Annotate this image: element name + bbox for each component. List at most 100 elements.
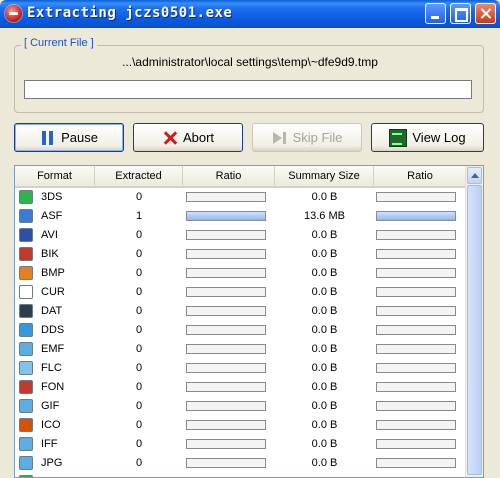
ratio-bar-2: [376, 420, 456, 430]
close-button[interactable]: [475, 3, 496, 24]
format-cell: ASF: [19, 209, 62, 223]
scroll-thumb[interactable]: [467, 185, 482, 475]
file-type-icon: [19, 437, 33, 451]
summary-size: 0.0 B: [311, 381, 338, 393]
summary-size: 0.0 B: [311, 457, 338, 469]
file-type-icon: [19, 380, 33, 394]
format-cell: AVI: [19, 228, 58, 242]
maximize-button[interactable]: [450, 3, 471, 24]
ratio-bar-2: [376, 268, 456, 278]
file-type-icon: [19, 228, 33, 242]
table-row[interactable]: IFF 0 0.0 B: [15, 435, 467, 454]
abort-icon: [162, 130, 178, 146]
extracted-count: 0: [135, 248, 143, 260]
format-label: 3DS: [41, 191, 63, 203]
extracted-count: 0: [135, 381, 143, 393]
table-row[interactable]: AVI 0 0.0 B: [15, 226, 467, 245]
ratio-bar-2: [376, 211, 456, 221]
pause-icon: [40, 130, 56, 146]
file-type-icon: [19, 323, 33, 337]
abort-button[interactable]: Abort: [133, 123, 243, 152]
extracted-count: 0: [135, 457, 143, 469]
table-row[interactable]: EMF 0 0.0 B: [15, 340, 467, 359]
ratio-bar-2: [376, 401, 456, 411]
format-cell: ICO: [19, 418, 61, 432]
format-cell: CUR: [19, 285, 65, 299]
summary-size: 0.0 B: [311, 229, 338, 241]
view-log-button[interactable]: View Log: [371, 123, 484, 152]
scroll-up-button[interactable]: [467, 167, 482, 184]
file-type-icon: [19, 247, 33, 261]
table-row[interactable]: BMP 0 0.0 B: [15, 264, 467, 283]
ratio-bar: [186, 363, 266, 373]
table-row[interactable]: JPG 0 0.0 B: [15, 454, 467, 473]
ratio-bar-2: [376, 458, 456, 468]
col-ratio[interactable]: Ratio: [183, 166, 275, 186]
summary-size: 0.0 B: [311, 324, 338, 336]
skip-file-button[interactable]: Skip File: [252, 123, 362, 152]
extracted-count: 0: [135, 229, 143, 241]
summary-size: 0.0 B: [311, 400, 338, 412]
table-row[interactable]: DAT 0 0.0 B: [15, 302, 467, 321]
format-label: EMF: [41, 343, 65, 355]
file-type-icon: [19, 266, 33, 280]
file-type-icon: [19, 361, 33, 375]
format-cell: 3DS: [19, 190, 62, 204]
table-row[interactable]: FON 0 0.0 B: [15, 378, 467, 397]
format-cell: JPG: [19, 456, 62, 470]
format-label: FLC: [41, 362, 62, 374]
ratio-bar: [186, 306, 266, 316]
table-row[interactable]: ICO 0 0.0 B: [15, 416, 467, 435]
format-label: BIK: [41, 248, 59, 260]
format-cell: FON: [19, 380, 64, 394]
minimize-button[interactable]: [425, 3, 446, 24]
vertical-scrollbar[interactable]: [465, 166, 483, 477]
extracted-count: 0: [135, 343, 143, 355]
file-type-icon: [19, 190, 33, 204]
format-label: DAT: [41, 305, 63, 317]
table-row[interactable]: ASF 1 13.6 MB: [15, 207, 467, 226]
format-label: JPG: [41, 457, 63, 469]
ratio-bar: [186, 287, 266, 297]
summary-size: 0.0 B: [311, 343, 338, 355]
table-row[interactable]: GIF 0 0.0 B: [15, 397, 467, 416]
format-label: AVI: [41, 229, 58, 241]
format-label: BMP: [41, 267, 65, 279]
skip-file-label: Skip File: [292, 130, 343, 145]
extracted-count: 0: [135, 362, 143, 374]
table-row[interactable]: 3DS 0 0.0 B: [15, 188, 467, 207]
ratio-bar: [186, 344, 266, 354]
table-row[interactable]: CUR 0 0.0 B: [15, 283, 467, 302]
summary-size: 0.0 B: [311, 248, 338, 260]
ratio-fill: [187, 212, 265, 220]
table-row[interactable]: FLC 0 0.0 B: [15, 359, 467, 378]
format-cell: EMF: [19, 342, 64, 356]
col-ratio-2[interactable]: Ratio: [374, 166, 467, 186]
title-bar[interactable]: Extracting jczs0501.exe: [0, 0, 500, 28]
ratio-bar-2: [376, 287, 456, 297]
pause-button[interactable]: Pause: [14, 123, 124, 152]
ratio-bar-2: [376, 325, 456, 335]
table-row[interactable]: BIK 0 0.0 B: [15, 245, 467, 264]
table-row[interactable]: DDS 0 0.0 B: [15, 321, 467, 340]
list-header: Format Extracted Ratio Summary Size Rati…: [15, 166, 467, 188]
log-icon: [389, 128, 408, 147]
col-summary-size[interactable]: Summary Size: [275, 166, 374, 186]
col-format[interactable]: Format: [15, 166, 95, 186]
col-extracted[interactable]: Extracted: [95, 166, 183, 186]
format-cell: DAT: [19, 304, 62, 318]
view-log-label: View Log: [412, 130, 466, 145]
extracted-count: 0: [135, 324, 143, 336]
extracted-count: 0: [135, 400, 143, 412]
extracted-count: 0: [135, 191, 143, 203]
format-list[interactable]: Format Extracted Ratio Summary Size Rati…: [14, 165, 484, 478]
summary-size: 0.0 B: [311, 362, 338, 374]
file-type-icon: [19, 209, 33, 223]
extracted-count: 0: [135, 438, 143, 450]
ratio-bar: [186, 458, 266, 468]
ratio-bar: [186, 401, 266, 411]
format-cell: GIF: [19, 399, 59, 413]
table-row[interactable]: LWO00.0 B: [15, 473, 467, 477]
summary-size: 0.0 B: [311, 419, 338, 431]
ratio-bar-2: [376, 363, 456, 373]
